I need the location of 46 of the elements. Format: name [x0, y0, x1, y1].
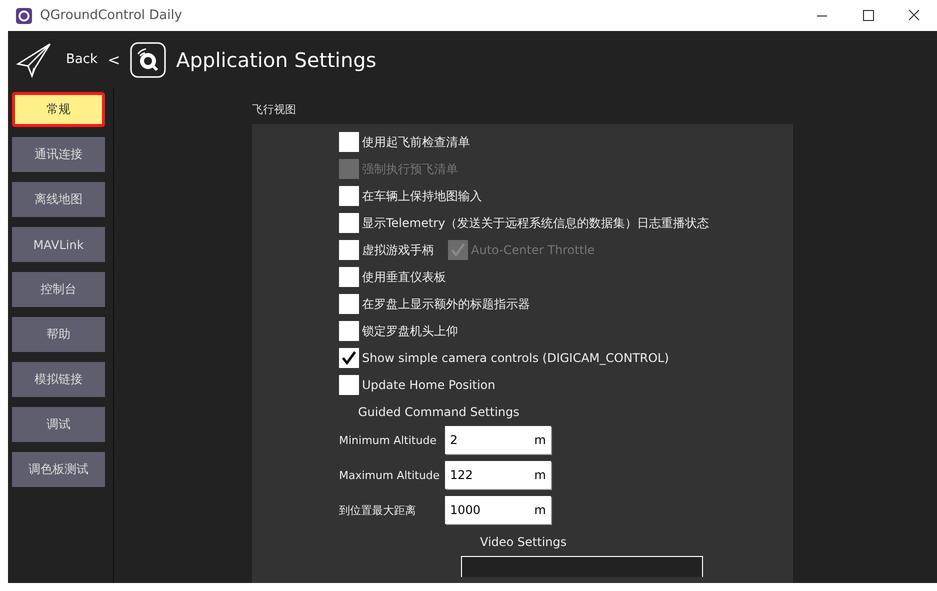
group-title: Guided Command Settings [358, 405, 520, 419]
sidebar-item[interactable]: 帮助 [12, 317, 105, 352]
window-title: QGroundControl Daily [40, 8, 182, 23]
app-logo-icon [16, 8, 32, 24]
page-title: Application Settings [176, 48, 376, 72]
option-label: Auto-Center Throttle [471, 243, 595, 257]
field-label: Maximum Altitude [339, 468, 441, 482]
input-field[interactable]: 122 m [445, 461, 551, 489]
option-label: Update Home Position [362, 378, 496, 392]
checkbox[interactable] [339, 294, 359, 314]
option-label: 锁定罗盘机头上仰 [362, 322, 458, 340]
checkbox[interactable] [339, 348, 359, 368]
q-logo-icon [130, 42, 166, 78]
sidebar-item[interactable]: 调色板测试 [12, 452, 105, 487]
sidebar-item[interactable]: 离线地图 [12, 182, 105, 217]
sidebar-item[interactable]: MAVLink [12, 227, 105, 262]
sidebar-item[interactable]: 模拟链接 [12, 362, 105, 397]
checkbox[interactable] [339, 375, 359, 395]
sidebar-item[interactable]: 通讯连接 [12, 137, 105, 172]
dropdown[interactable] [461, 556, 703, 577]
checkbox[interactable] [339, 321, 359, 341]
breadcrumb-separator: < [108, 50, 120, 68]
option-label: 使用起飞前检查清单 [362, 134, 470, 150]
paper-plane-icon[interactable] [16, 42, 52, 78]
checkbox[interactable] [339, 132, 359, 152]
checkbox[interactable] [339, 267, 359, 287]
back-link[interactable]: Back [66, 52, 98, 67]
section-title: 飞行视图 [252, 102, 297, 117]
option-label: 使用垂直仪表板 [362, 268, 446, 286]
field-label: 到位置最大距离 [339, 502, 417, 518]
sidebar-item[interactable]: 常规 [12, 92, 105, 127]
group-title: Video Settings [480, 535, 568, 549]
checkbox[interactable] [339, 213, 359, 233]
field-label: Minimum Altitude [339, 434, 438, 446]
option-label: 虚拟游戏手柄 [362, 242, 434, 258]
sidebar-item[interactable]: 调试 [12, 407, 105, 442]
input-field[interactable]: 2 m [445, 426, 551, 454]
checkbox[interactable] [339, 240, 359, 260]
sidebar-item[interactable]: 控制台 [12, 272, 105, 307]
checkbox[interactable] [339, 186, 359, 206]
input-field[interactable]: 1000 m [445, 496, 551, 524]
option-label: 显示Telemetry（发送关于远程系统信息的数据集）日志重播状态 [362, 214, 710, 232]
option-label: 在罗盘上显示额外的标题指示器 [362, 296, 530, 312]
option-label: 强制执行预飞清单 [362, 160, 458, 178]
option-label: Show simple camera controls (DIGICAM_CONTROL) [362, 351, 669, 365]
option-label: 在车辆上保持地图输入 [362, 188, 482, 204]
